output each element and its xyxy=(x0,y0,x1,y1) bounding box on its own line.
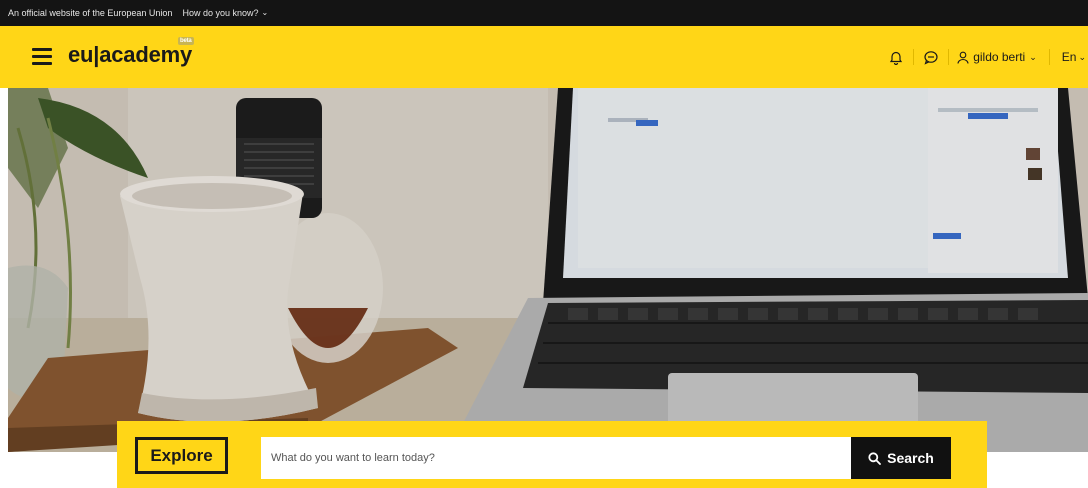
official-eu-bar: An official website of the European Unio… xyxy=(0,0,1088,26)
beta-badge: beta xyxy=(178,37,194,45)
user-menu[interactable]: gildo berti ⌄ xyxy=(949,50,1049,64)
menu-icon[interactable] xyxy=(32,48,52,65)
explore-button[interactable]: Explore xyxy=(135,437,228,474)
chevron-down-icon: ⌄ xyxy=(261,7,269,17)
how-do-you-know-label: How do you know? xyxy=(182,8,259,18)
logo-text: eu|academy xyxy=(68,42,193,67)
how-do-you-know-link[interactable]: How do you know? ⌄ xyxy=(182,7,269,19)
user-icon xyxy=(957,51,969,64)
search-input[interactable] xyxy=(261,437,851,479)
search-band: Explore Search xyxy=(117,421,987,488)
chevron-down-icon: ⌄ xyxy=(1078,51,1086,62)
language-label: En xyxy=(1061,50,1077,64)
site-header: eu|academy beta gildo berti ⌄ En ⌄ xyxy=(0,26,1088,88)
language-selector[interactable]: En ⌄ xyxy=(1050,50,1088,64)
explore-label: Explore xyxy=(150,445,213,465)
header-actions: gildo berti ⌄ En ⌄ xyxy=(879,26,1088,88)
search-button[interactable]: Search xyxy=(851,437,951,479)
search-button-label: Search xyxy=(887,450,934,466)
notifications-bell-icon[interactable] xyxy=(879,50,913,65)
search-icon xyxy=(868,451,882,465)
eu-academy-logo[interactable]: eu|academy beta xyxy=(68,37,194,68)
official-eu-text: An official website of the European Unio… xyxy=(8,8,173,18)
chevron-down-icon: ⌄ xyxy=(1029,51,1037,62)
hero-image xyxy=(8,88,1088,452)
messages-chat-icon[interactable] xyxy=(914,50,948,65)
user-name: gildo berti xyxy=(973,50,1026,64)
